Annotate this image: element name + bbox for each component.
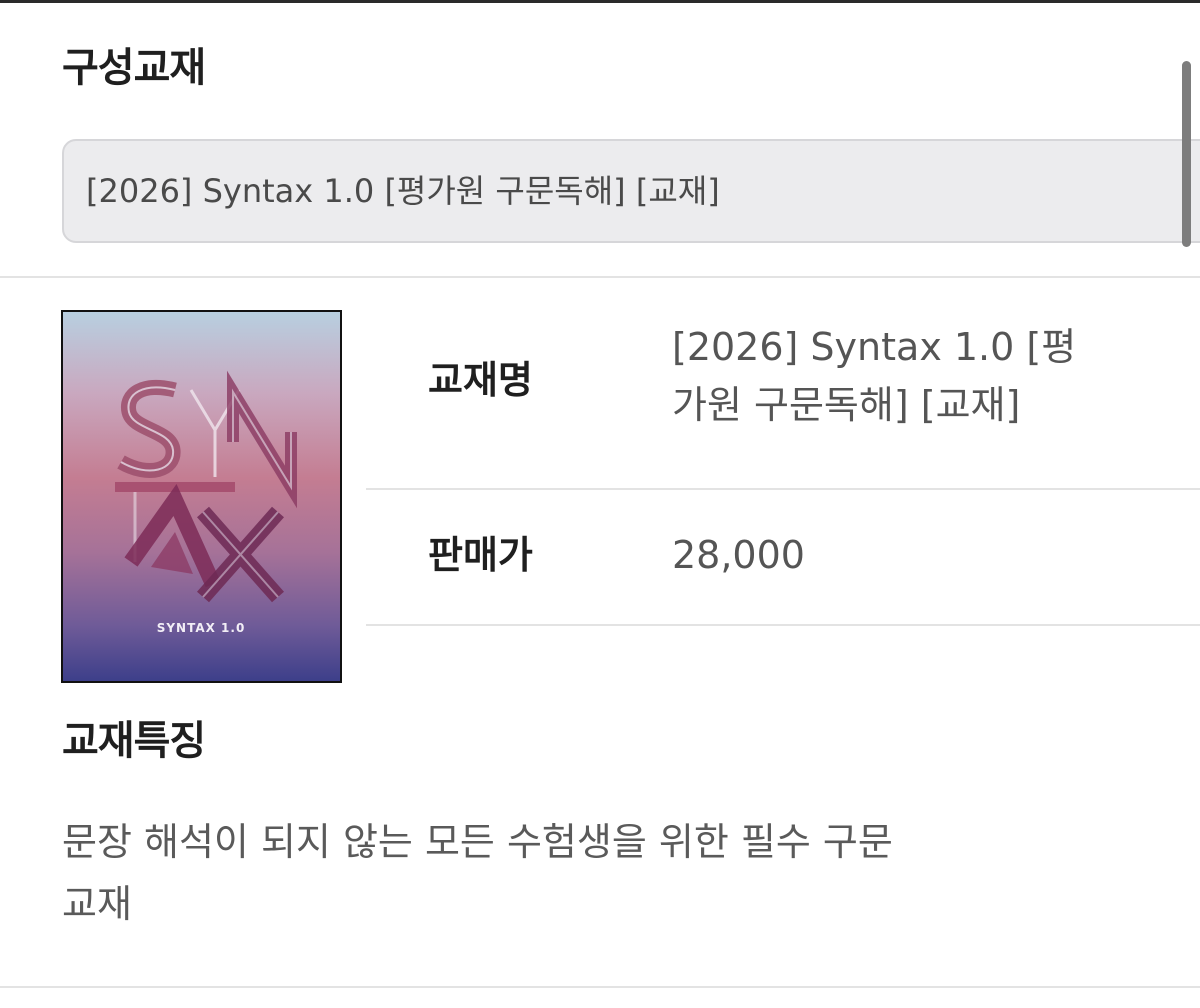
composition-title: 구성교재 (62, 45, 206, 91)
divider (366, 624, 1200, 626)
book-name-line1: [2026] Syntax 1.0 [평 (672, 325, 1077, 369)
book-cover-image[interactable]: SYNTAX 1.0 (61, 310, 342, 683)
book-name-value: [2026] Syntax 1.0 [평 가원 구문독해] [교재] (672, 318, 1172, 434)
price-label: 판매가 (428, 533, 533, 577)
features-description-line2: 교재 (62, 882, 132, 926)
book-name-line2: 가원 구문독해] [교재] (672, 383, 1021, 427)
features-description: 문장 해석이 되지 않는 모든 수험생을 위한 필수 구문 교재 (62, 811, 1142, 935)
price-value: 28,000 (672, 533, 805, 577)
features-description-line1: 문장 해석이 되지 않는 모든 수험생을 위한 필수 구문 (62, 820, 893, 864)
textbook-select[interactable]: [2026] Syntax 1.0 [평가원 구문독해] [교재] (62, 139, 1200, 243)
book-cover-art: SYNTAX 1.0 (115, 370, 297, 635)
features-title: 교재특징 (62, 718, 206, 764)
scrollbar[interactable] (1182, 61, 1191, 247)
textbook-detail-page: 구성교재 [2026] Syntax 1.0 [평가원 구문독해] [교재] S (0, 0, 1200, 1008)
divider (0, 276, 1200, 278)
book-name-label: 교재명 (428, 358, 533, 402)
divider (366, 488, 1200, 490)
divider (0, 986, 1200, 988)
textbook-select-value: [2026] Syntax 1.0 [평가원 구문독해] [교재] (86, 172, 720, 210)
book-cover-title: SYNTAX 1.0 (157, 621, 246, 635)
